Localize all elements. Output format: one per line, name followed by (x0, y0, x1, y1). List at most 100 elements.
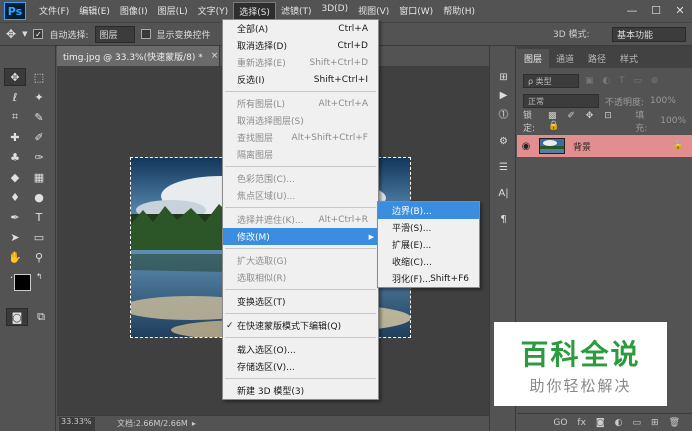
swap-colors-icon[interactable]: ↰ (36, 272, 43, 281)
dropdown-menu-item[interactable]: 载入选区(O)... (223, 341, 378, 358)
paragraph-panel-icon[interactable]: ¶ (494, 210, 513, 228)
minimize-button[interactable]: — (624, 2, 640, 18)
dodge-tool-icon[interactable]: ● (28, 188, 50, 206)
quick-mask-icon[interactable]: ◙ (6, 308, 28, 326)
watermark-logo: 百科全说 助你轻松解决 (494, 322, 667, 406)
gradient-tool-icon[interactable]: ▦ (28, 168, 50, 186)
menu-item[interactable]: 图层(L) (153, 2, 193, 21)
dropdown-menu-item[interactable]: 修改(M) ▶ (223, 228, 378, 245)
menu-item[interactable]: 图像(I) (115, 2, 153, 21)
healing-brush-icon[interactable]: ✚ (4, 128, 26, 146)
show-transform-checkbox[interactable] (140, 29, 151, 39)
lock-icons[interactable]: ▩ ✐ ✥ ⊡ 🔒 (548, 111, 629, 131)
document-tab[interactable]: timg.jpg @ 33.3%(快速蒙版/8) * × (57, 46, 220, 66)
menu-item[interactable]: 3D(D) (316, 2, 353, 21)
link-layers-icon[interactable]: GO (553, 418, 567, 428)
new-layer-icon[interactable]: ⊞ (651, 418, 659, 428)
dropdown-menu-item[interactable]: 存储选区(V)... (223, 358, 378, 375)
panel-tab[interactable]: 图层 (517, 49, 550, 68)
menu-item[interactable]: 视图(V) (353, 2, 394, 21)
menu-item[interactable]: 选择(S) (233, 1, 276, 21)
path-select-icon[interactable]: ➤ (4, 228, 26, 246)
eraser-icon[interactable]: ◆ (4, 168, 26, 186)
adjustment-layer-icon[interactable]: ◐ (615, 418, 623, 428)
dropdown-menu-item[interactable]: 扩展(E)... (378, 236, 479, 253)
chevron-down-icon[interactable]: ▼ (22, 30, 27, 38)
shape-tool-icon[interactable]: ▭ (28, 228, 50, 246)
menu-item-label: 新建 3D 模型(3) (237, 387, 305, 397)
dropdown-menu-item[interactable]: 在快速蒙版模式下编辑(Q) (223, 317, 378, 334)
dropdown-menu-item[interactable]: 反选(I) Shift+Ctrl+I (223, 71, 378, 88)
layers-tabs: 图层 通道 路径 样式 (517, 46, 692, 68)
document-title: timg.jpg @ 33.3%(快速蒙版/8) * (63, 52, 203, 63)
properties-panel-icon[interactable]: ⚙ (494, 132, 513, 150)
dropdown-menu-item[interactable]: 平滑(S)... (378, 219, 479, 236)
menu-item-shortcut: Shift+Ctrl+I (313, 74, 368, 85)
hand-tool-icon[interactable]: ✋ (4, 248, 26, 266)
maximize-button[interactable]: ☐ (648, 2, 664, 18)
dropdown-menu-item[interactable]: 全部(A) Ctrl+A (223, 20, 378, 37)
close-button[interactable]: ✕ (672, 2, 688, 18)
blur-tool-icon[interactable]: ♦ (4, 188, 26, 206)
eyedropper-icon[interactable]: ✎ (28, 108, 50, 126)
character-panel-icon[interactable]: A| (494, 184, 513, 202)
panel-tab[interactable]: 样式 (613, 49, 645, 68)
panel-tab[interactable]: 路径 (581, 49, 613, 68)
dropdown-menu-item[interactable]: 羽化(F)... Shift+F6 (378, 270, 479, 287)
info-panel-icon[interactable]: ⓵ (494, 104, 513, 122)
filter-icons[interactable]: ▣ ◐ T ▭ ⊕ (585, 76, 661, 86)
photoshop-logo: Ps (4, 2, 26, 20)
layer-row-background[interactable]: ◉ 背景 🔒 (517, 135, 692, 157)
menu-item-label: 平滑(S)... (392, 224, 432, 234)
move-tool-icon[interactable]: ✥ (4, 68, 26, 86)
visibility-eye-icon[interactable]: ◉ (517, 141, 535, 152)
magic-wand-icon[interactable]: ✦ (28, 88, 50, 106)
panel-tab[interactable]: 通道 (549, 49, 581, 68)
screen-mode-icon[interactable]: ⧉ (30, 308, 52, 326)
dropdown-menu-item[interactable]: 收缩(C)... (378, 253, 479, 270)
clone-stamp-icon[interactable]: ♣ (4, 148, 26, 166)
opacity-value[interactable]: 100% (650, 96, 676, 106)
fx-icon[interactable]: fx (577, 418, 586, 428)
foreground-color-swatch[interactable] (14, 274, 31, 291)
delete-layer-icon[interactable]: 🗑 (669, 418, 680, 428)
menu-item[interactable]: 帮助(H) (438, 2, 480, 21)
layer-filter-dropdown[interactable]: ρ 类型 (523, 74, 579, 88)
status-arrow-icon[interactable]: ▸ (192, 419, 196, 428)
dropdown-menu-item[interactable]: 新建 3D 模型(3) (223, 382, 378, 399)
add-mask-icon[interactable]: ◙ (596, 418, 605, 428)
dropdown-menu-item[interactable]: 变换选区(T) (223, 293, 378, 310)
type-tool-icon[interactable]: T (28, 208, 50, 226)
submenu-arrow-icon: ▶ (368, 232, 374, 241)
history-panel-icon[interactable]: ⊞ (494, 68, 513, 86)
menu-item[interactable]: 滤镜(T) (276, 2, 317, 21)
actions-play-icon[interactable]: ▶ (494, 86, 513, 104)
workspace-dropdown[interactable]: 基本功能 (612, 27, 686, 42)
menu-item[interactable]: 窗口(W) (394, 2, 438, 21)
menu-item-label: 全部(A) (237, 25, 269, 35)
menu-item[interactable]: 文字(Y) (193, 2, 234, 21)
close-document-icon[interactable]: × (211, 51, 219, 61)
move-tool-icon[interactable]: ✥ (6, 27, 16, 41)
pen-tool-icon[interactable]: ✒ (4, 208, 26, 226)
menu-item[interactable]: 编辑(E) (74, 2, 115, 21)
brush-tool-icon[interactable]: ✐ (28, 128, 50, 146)
new-group-icon[interactable]: ▭ (633, 418, 642, 428)
zoom-tool-icon[interactable]: ⚲ (28, 248, 50, 266)
marquee-tool-icon[interactable]: ⬚ (28, 68, 50, 86)
auto-select-dropdown[interactable]: 图层 (94, 25, 135, 43)
lasso-tool-icon[interactable]: ℓ (4, 88, 26, 106)
layer-thumbnail (539, 138, 565, 154)
menu-item[interactable]: 文件(F) (34, 2, 74, 21)
dropdown-menu-item[interactable]: 边界(B)... (378, 202, 479, 219)
history-brush-icon[interactable]: ✑ (28, 148, 50, 166)
zoom-level[interactable]: 33.33% (59, 416, 95, 431)
menu-item-label: 存储选区(V)... (237, 363, 295, 373)
auto-select-checkbox[interactable]: ✓ (33, 29, 44, 39)
menu-separator (225, 166, 376, 167)
crop-tool-icon[interactable]: ⌗ (4, 108, 26, 126)
blend-mode-dropdown[interactable]: 正常 (523, 94, 599, 108)
dropdown-menu-item[interactable]: 取消选择(D) Ctrl+D (223, 37, 378, 54)
adjustments-panel-icon[interactable]: ☰ (494, 158, 513, 176)
fill-value[interactable]: 100% (660, 116, 686, 126)
